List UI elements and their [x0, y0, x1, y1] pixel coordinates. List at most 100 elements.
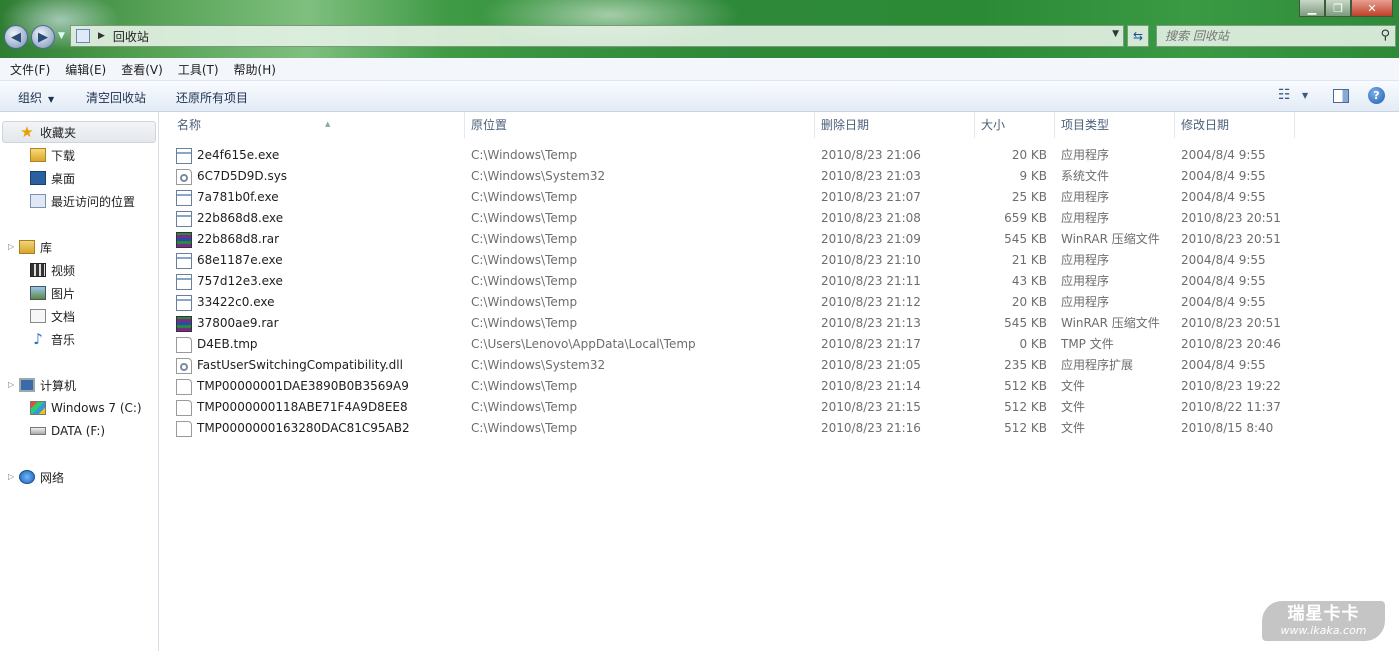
column-header-item-type[interactable]: 项目类型 [1055, 112, 1175, 138]
table-row[interactable]: 33422c0.exe C:\Windows\Temp 2010/8/23 21:1… [159, 292, 1399, 313]
address-dropdown-icon[interactable]: ▼ [1112, 29, 1119, 39]
file-name: FastUserSwitchingCompatibility.dll [197, 358, 403, 372]
address-bar[interactable]: ▶ 回收站 ▼ [70, 25, 1124, 47]
help-icon[interactable]: ? [1368, 87, 1385, 104]
nav-libraries[interactable]: 库 [19, 237, 52, 257]
file-name-cell[interactable]: 757d12e3.exe [176, 271, 283, 292]
nav-item-documents[interactable]: 文档 [30, 306, 75, 326]
nav-item-downloads[interactable]: 下载 [30, 145, 75, 165]
table-row[interactable]: 22b868d8.rar C:\Windows\Temp 2010/8/23 21:… [159, 229, 1399, 250]
refresh-button[interactable]: ⇆ [1127, 25, 1149, 47]
file-name-cell[interactable]: 22b868d8.exe [176, 208, 283, 229]
file-name-cell[interactable]: 22b868d8.rar [176, 229, 279, 250]
table-row[interactable]: TMP0000000118ABE71F4A9D8EE8 C:\Windows\Te… [159, 397, 1399, 418]
history-dropdown-icon[interactable]: ▼ [58, 31, 65, 41]
table-row[interactable]: 2e4f615e.exe C:\Windows\Temp 2010/8/23 21:… [159, 145, 1399, 166]
organize-button[interactable]: 组织 ▼ [18, 89, 54, 106]
column-header-name[interactable]: 名称 ▲ [171, 112, 465, 138]
minimize-button[interactable]: ▁ [1299, 0, 1325, 17]
search-box[interactable]: ⚲ [1156, 25, 1396, 47]
file-name-cell[interactable]: 68e1187e.exe [176, 250, 283, 271]
item-type: WinRAR 压缩文件 [1061, 232, 1160, 246]
file-name-cell[interactable]: TMP00000001DAE3890B0B3569A9 [176, 376, 409, 397]
nav-item-pictures[interactable]: 图片 [30, 283, 75, 303]
date-deleted: 2010/8/23 21:16 [821, 421, 921, 435]
nav-item-drive-f[interactable]: DATA (F:) [30, 421, 105, 441]
table-row[interactable]: 7a781b0f.exe C:\Windows\Temp 2010/8/23 21:… [159, 187, 1399, 208]
nav-item-desktop[interactable]: 桌面 [30, 168, 75, 188]
nav-item-label: 视频 [51, 263, 76, 278]
refresh-icon: ⇆ [1132, 29, 1144, 43]
nav-network[interactable]: 网络 [19, 467, 64, 487]
column-header-location[interactable]: 原位置 [465, 112, 815, 138]
date-deleted: 2010/8/23 21:11 [821, 274, 921, 288]
breadcrumb-recycle-bin[interactable]: 回收站 [113, 28, 149, 45]
breadcrumb-arrow-icon[interactable]: ▶ [98, 31, 105, 41]
item-type: TMP 文件 [1061, 337, 1114, 351]
search-icon[interactable]: ⚲ [1380, 28, 1390, 43]
generic-file-icon [176, 378, 192, 395]
expand-arrow-icon[interactable]: ▷ [8, 380, 14, 389]
table-row[interactable]: 22b868d8.exe C:\Windows\Temp 2010/8/23 21:… [159, 208, 1399, 229]
maximize-button[interactable]: ❐ [1325, 0, 1351, 17]
file-name-cell[interactable]: 33422c0.exe [176, 292, 275, 313]
table-row[interactable]: 68e1187e.exe C:\Windows\Temp 2010/8/23 21:… [159, 250, 1399, 271]
title-bar: ◀ ▶ ▼ ▶ 回收站 ▼ ⇆ ⚲ ▁ ❐ ✕ [0, 0, 1399, 58]
expand-arrow-icon[interactable]: ▷ [8, 242, 14, 251]
music-note-icon: ♪ [33, 330, 43, 348]
forward-button[interactable]: ▶ [31, 25, 55, 49]
nav-item-drive-c[interactable]: Windows 7 (C:) [30, 398, 142, 418]
file-name-cell[interactable]: TMP0000000118ABE71F4A9D8EE8 [176, 397, 408, 418]
file-name-cell[interactable]: D4EB.tmp [176, 334, 258, 355]
item-type: 应用程序 [1061, 295, 1110, 309]
view-options-icon[interactable]: ☷ [1278, 87, 1291, 103]
desktop-icon [30, 171, 46, 185]
close-button[interactable]: ✕ [1351, 0, 1393, 17]
nav-item-label: 最近访问的位置 [51, 194, 136, 209]
file-size: 20 KB [1011, 295, 1047, 309]
file-name: 22b868d8.exe [197, 211, 284, 225]
nav-favorites[interactable]: ★ 收藏夹 [19, 122, 76, 142]
file-name-cell[interactable]: 37800ae9.rar [176, 313, 279, 334]
table-row[interactable]: TMP0000000163280DAC81C95AB2 C:\Windows\Te… [159, 418, 1399, 439]
menu-help[interactable]: 帮助(H) [234, 61, 276, 78]
table-row[interactable]: D4EB.tmp C:\Users\Lenovo\AppData\Local\Te… [159, 334, 1399, 355]
table-row[interactable]: 37800ae9.rar C:\Windows\Temp 2010/8/23 21:… [159, 313, 1399, 334]
file-size: 512 KB [1004, 421, 1047, 435]
menu-view[interactable]: 查看(V) [121, 61, 163, 78]
file-name-cell[interactable]: 2e4f615e.exe [176, 145, 279, 166]
search-input[interactable] [1165, 29, 1370, 43]
table-row[interactable]: TMP00000001DAE3890B0B3569A9 C:\Windows\Te… [159, 376, 1399, 397]
library-icon [19, 240, 35, 254]
nav-item-music[interactable]: ♪ 音乐 [30, 329, 75, 349]
column-header-date-deleted[interactable]: 删除日期 [815, 112, 975, 138]
column-header-label: 名称 [177, 118, 202, 132]
column-header-size[interactable]: 大小 [975, 112, 1055, 138]
menu-file[interactable]: 文件(F) [10, 61, 50, 78]
nav-item-recent-places[interactable]: 最近访问的位置 [30, 191, 135, 211]
back-button[interactable]: ◀ [4, 25, 28, 49]
restore-all-button[interactable]: 还原所有项目 [176, 89, 248, 106]
original-location: C:\Windows\Temp [471, 232, 578, 246]
table-row[interactable]: 6C7D5D9D.sys C:\Windows\System32 2010/8/23… [159, 166, 1399, 187]
menu-tools[interactable]: 工具(T) [178, 61, 219, 78]
original-location: C:\Windows\Temp [471, 211, 578, 225]
nav-computer[interactable]: 计算机 [19, 375, 76, 395]
nav-item-videos[interactable]: 视频 [30, 260, 75, 280]
file-name: TMP00000001DAE3890B0B3569A9 [197, 379, 409, 393]
table-row[interactable]: 757d12e3.exe C:\Windows\Temp 2010/8/23 21:… [159, 271, 1399, 292]
nav-item-label: Windows 7 (C:) [51, 401, 142, 415]
expand-arrow-icon[interactable]: ▷ [8, 472, 14, 481]
menu-edit[interactable]: 编辑(E) [65, 61, 106, 78]
nav-computer-label: 计算机 [40, 378, 77, 393]
file-name-cell[interactable]: FastUserSwitchingCompatibility.dll [176, 355, 403, 376]
file-name-cell[interactable]: TMP0000000163280DAC81C95AB2 [176, 418, 410, 439]
column-header-date-modified[interactable]: 修改日期 [1175, 112, 1295, 138]
nav-item-label: 图片 [51, 286, 76, 301]
empty-recycle-bin-button[interactable]: 清空回收站 [86, 89, 146, 106]
table-row[interactable]: FastUserSwitchingCompatibility.dll C:\Win… [159, 355, 1399, 376]
file-name-cell[interactable]: 6C7D5D9D.sys [176, 166, 287, 187]
preview-pane-icon[interactable] [1333, 89, 1349, 103]
file-name-cell[interactable]: 7a781b0f.exe [176, 187, 279, 208]
view-dropdown-icon[interactable]: ▼ [1302, 91, 1308, 100]
